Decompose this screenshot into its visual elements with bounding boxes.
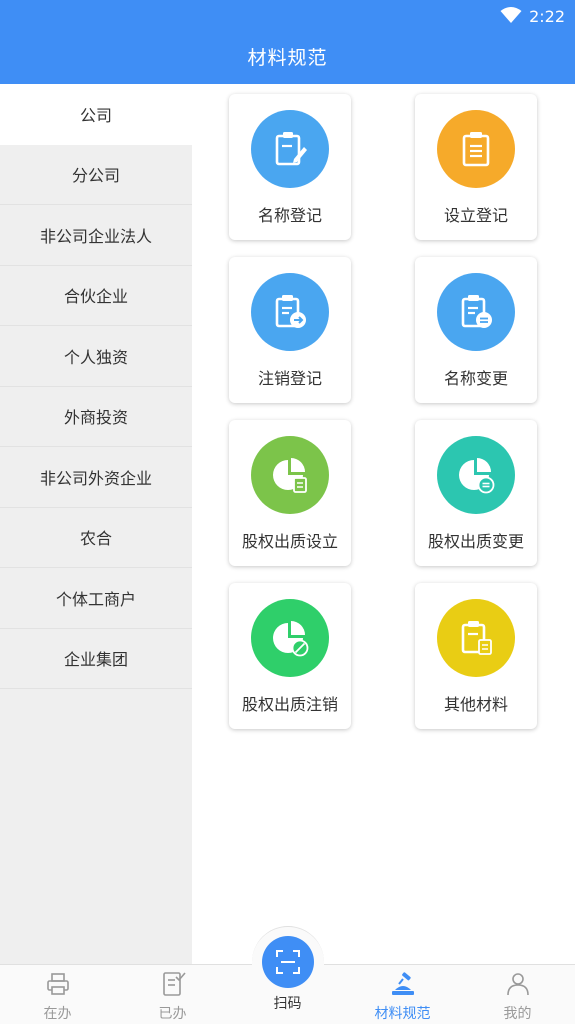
sidebar-item-non-company-legal[interactable]: 非公司企业法人 [0, 205, 192, 266]
scan-label[interactable]: 扫码 [230, 993, 345, 1013]
scan-icon [276, 950, 300, 974]
status-bar: 2:22 [0, 0, 575, 32]
card-equity-pledge-cancellation[interactable]: 股权出质注销 [229, 583, 351, 729]
sidebar-item-partnership[interactable]: 合伙企业 [0, 266, 192, 326]
card-label: 股权出质设立 [241, 532, 338, 551]
card-label: 名称登记 [257, 206, 322, 225]
sidebar-item-company[interactable]: 公司 [0, 84, 192, 145]
tab-mine[interactable]: 我的 [460, 965, 575, 1024]
tab-label: 在办 [43, 1006, 72, 1022]
sidebar-item-branch[interactable]: 分公司 [0, 145, 192, 205]
card-establishment-registration[interactable]: 设立登记 [415, 94, 537, 240]
tab-label: 已办 [158, 1006, 187, 1022]
sidebar-item-cooperative[interactable]: 农合 [0, 508, 192, 568]
tab-label: 材料规范 [374, 1006, 431, 1022]
sidebar-item-sole-proprietorship[interactable]: 个人独资 [0, 326, 192, 387]
card-equity-pledge-change[interactable]: 股权出质变更 [415, 420, 537, 566]
sidebar-item-label: 合伙企业 [63, 287, 128, 307]
sidebar-item-enterprise-group[interactable]: 企业集团 [0, 629, 192, 689]
card-label: 股权出质注销 [241, 695, 338, 714]
pie-cancel-icon [251, 599, 329, 677]
tab-material-standards[interactable]: 材料规范 [345, 965, 460, 1024]
card-label: 设立登记 [443, 206, 508, 225]
clipboard-arrow-icon [251, 273, 329, 351]
sidebar-item-foreign-investment[interactable]: 外商投资 [0, 387, 192, 447]
sidebar-item-label: 个体工商户 [55, 589, 136, 609]
card-name-registration[interactable]: 名称登记 [229, 94, 351, 240]
pie-document-icon [251, 436, 329, 514]
scan-button[interactable] [262, 936, 314, 988]
card-label: 名称变更 [443, 369, 508, 388]
sidebar-item-label: 个人独资 [63, 347, 128, 367]
tab-in-progress[interactable]: 在办 [0, 965, 115, 1024]
wifi-icon [500, 7, 522, 23]
material-grid: 名称登记 设立登记 注销登记 名称变更 股权出质设立 股权出质变更 股权出质注销… [192, 84, 575, 964]
card-label: 股权出质变更 [427, 532, 524, 551]
person-icon [507, 973, 529, 996]
tab-completed[interactable]: 已办 [115, 965, 230, 1024]
card-name-change[interactable]: 名称变更 [415, 257, 537, 403]
clipboard-list-icon [437, 110, 515, 188]
clipboard-doc-icon [437, 599, 515, 677]
card-label: 注销登记 [257, 369, 322, 388]
sidebar-item-label: 分公司 [71, 166, 120, 186]
sidebar-item-label: 公司 [79, 106, 112, 126]
sidebar-item-non-company-foreign[interactable]: 非公司外资企业 [0, 447, 192, 508]
app-header: 材料规范 [0, 32, 575, 84]
sidebar-item-label: 企业集团 [63, 650, 128, 670]
card-equity-pledge-establishment[interactable]: 股权出质设立 [229, 420, 351, 566]
printer-icon [47, 973, 69, 995]
clipboard-minus-icon [437, 273, 515, 351]
sidebar-item-label: 农合 [79, 529, 112, 549]
page-title: 材料规范 [247, 47, 328, 69]
checklist-icon [163, 972, 186, 996]
sidebar-item-label: 非公司企业法人 [39, 226, 152, 246]
status-time: 2:22 [529, 7, 565, 26]
card-other-materials[interactable]: 其他材料 [415, 583, 537, 729]
sidebar-item-label: 外商投资 [63, 408, 128, 428]
clipboard-pen-icon [251, 110, 329, 188]
card-deregistration[interactable]: 注销登记 [229, 257, 351, 403]
gavel-icon [392, 972, 414, 995]
pie-minus-icon [437, 436, 515, 514]
sidebar-item-label: 非公司外资企业 [39, 468, 152, 488]
tab-label: 我的 [503, 1006, 532, 1022]
category-sidebar: 公司 分公司 非公司企业法人 合伙企业 个人独资 外商投资 非公司外资企业 农合… [0, 84, 192, 964]
sidebar-item-individual-business[interactable]: 个体工商户 [0, 568, 192, 629]
card-label: 其他材料 [443, 695, 508, 714]
